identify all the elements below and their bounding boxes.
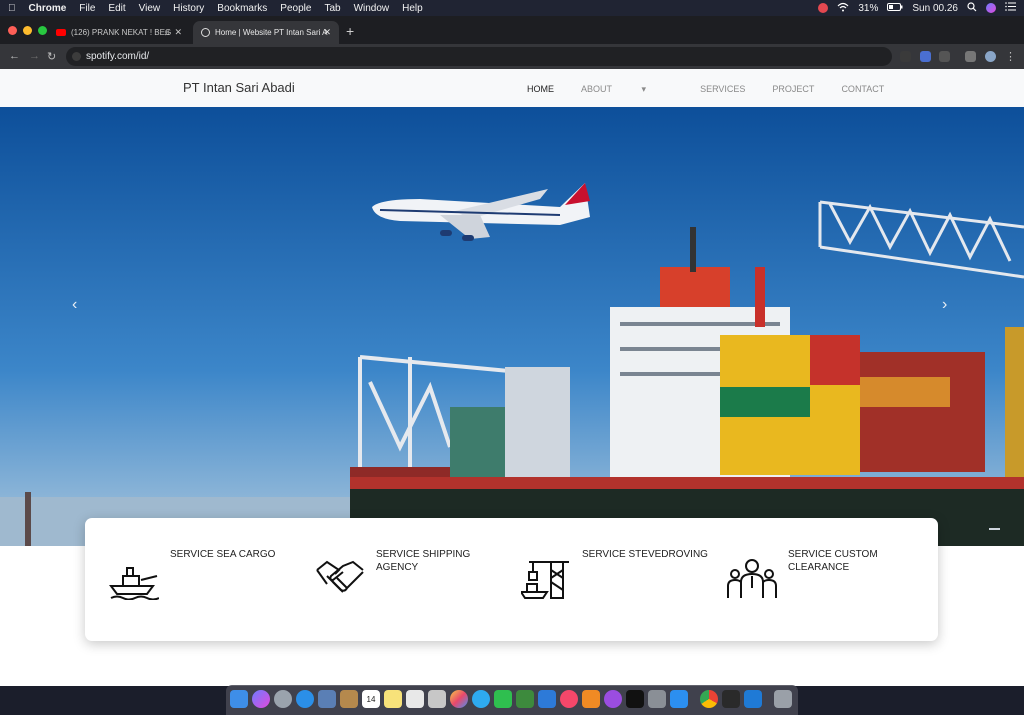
nav-about-label: ABOUT: [581, 84, 613, 94]
forward-arrow-icon[interactable]: →: [29, 50, 40, 62]
menu-bookmarks[interactable]: Bookmarks: [217, 3, 267, 14]
service-label: SERVICE CUSTOM CLEARANCE: [788, 549, 878, 573]
trash-icon[interactable]: [774, 690, 792, 708]
globe-icon: [201, 28, 210, 37]
menu-file[interactable]: File: [79, 3, 95, 14]
notification-center-icon[interactable]: [1005, 2, 1016, 14]
browser-tab-strip: (126) PRANK NEKAT ! BEG ♬ ✕ Home | Websi…: [0, 16, 1024, 44]
extension-icon[interactable]: [920, 51, 931, 62]
apple-tv-icon[interactable]: [626, 690, 644, 708]
photos-icon[interactable]: [450, 690, 468, 708]
close-tab-icon[interactable]: ✕: [323, 27, 331, 38]
notes-book-icon[interactable]: [340, 690, 358, 708]
menu-view[interactable]: View: [139, 3, 161, 14]
crane-ship-icon: [521, 561, 569, 599]
window-close-button[interactable]: [8, 26, 17, 35]
keynote-icon[interactable]: [538, 690, 556, 708]
reading-list-icon[interactable]: [965, 51, 976, 62]
tab-title: (126) PRANK NEKAT ! BEG: [71, 28, 172, 37]
app-store-icon[interactable]: [670, 690, 688, 708]
system-preferences-icon[interactable]: [648, 690, 666, 708]
browser-tab-youtube[interactable]: (126) PRANK NEKAT ! BEG ♬ ✕: [48, 21, 190, 44]
nav-home[interactable]: HOME: [527, 84, 554, 95]
site-info-icon[interactable]: [72, 52, 81, 61]
service-label: SERVICE STEVEDROVING: [582, 549, 708, 560]
creative-cloud-icon[interactable]: [818, 3, 829, 13]
maps-icon[interactable]: [428, 690, 446, 708]
spotlight-search-icon[interactable]: [967, 1, 977, 15]
nav-about[interactable]: ABOUT ▾: [581, 84, 673, 95]
youtube-icon: [56, 29, 66, 36]
pages-icon[interactable]: [582, 690, 600, 708]
window-minimize-button[interactable]: [23, 26, 32, 35]
carousel-indicator[interactable]: [989, 528, 1000, 530]
terminal-icon[interactable]: [722, 690, 740, 708]
people-icon: [727, 559, 777, 598]
address-url: spotify.com/id/: [86, 51, 150, 62]
audio-playing-icon[interactable]: ♬: [164, 28, 172, 37]
dropdown-caret-icon: ▾: [641, 84, 647, 94]
menubar-clock[interactable]: Sun 00.26: [912, 3, 958, 14]
hero-carousel: ‹ ›: [0, 107, 1024, 546]
tab-title: Home | Website PT Intan Sari A: [215, 28, 328, 37]
carousel-prev-arrow[interactable]: ‹: [72, 296, 77, 314]
back-arrow-icon[interactable]: ←: [9, 50, 20, 62]
wifi-icon[interactable]: [837, 2, 849, 15]
more-menu-icon[interactable]: ⋮: [1005, 50, 1016, 63]
calendar-icon[interactable]: 14: [362, 690, 380, 708]
vscode-icon[interactable]: [744, 690, 762, 708]
services-card: SERVICE SEA CARGO SERVICE SHIPPING AGENC…: [85, 518, 938, 641]
menu-people[interactable]: People: [280, 3, 311, 14]
close-tab-icon[interactable]: ✕: [174, 27, 182, 38]
service-label: SERVICE SEA CARGO: [170, 549, 276, 560]
window-zoom-button[interactable]: [38, 26, 47, 35]
hero-image-cargo-ship: [0, 107, 1024, 546]
battery-icon[interactable]: [887, 2, 903, 14]
handshake-icon: [316, 560, 364, 593]
launchpad-icon[interactable]: [274, 690, 292, 708]
menu-app-name[interactable]: Chrome: [29, 3, 67, 14]
nav-contact[interactable]: CONTACT: [841, 84, 884, 95]
menu-window[interactable]: Window: [354, 3, 390, 14]
preview-icon[interactable]: [318, 690, 336, 708]
siri-dock-icon[interactable]: [252, 690, 270, 708]
browser-tab-active[interactable]: Home | Website PT Intan Sari A ✕: [193, 21, 339, 44]
battery-percentage: 31%: [858, 2, 879, 14]
safari-icon[interactable]: [296, 690, 314, 708]
ship-icon: [109, 567, 159, 600]
nav-project[interactable]: PROJECT: [772, 84, 814, 95]
address-bar[interactable]: spotify.com/id/: [66, 47, 892, 66]
menu-tab[interactable]: Tab: [324, 3, 340, 14]
carousel-next-arrow[interactable]: ›: [942, 296, 947, 314]
podcasts-icon[interactable]: [604, 690, 622, 708]
browser-toolbar: ← → ↻ spotify.com/id/ ⋮: [0, 44, 1024, 69]
profile-avatar[interactable]: [985, 51, 996, 62]
chrome-dock-icon[interactable]: [700, 690, 718, 708]
menu-help[interactable]: Help: [402, 3, 423, 14]
menu-edit[interactable]: Edit: [108, 3, 125, 14]
extension-x-icon[interactable]: [900, 51, 911, 62]
new-tab-button[interactable]: +: [346, 23, 354, 39]
site-navbar: PT Intan Sari Abadi HOME ABOUT ▾ SERVICE…: [0, 69, 1024, 107]
nav-services[interactable]: SERVICES: [700, 84, 745, 95]
music-icon[interactable]: [560, 690, 578, 708]
finder-icon[interactable]: [230, 690, 248, 708]
service-label: SERVICE SHIPPING AGENCY: [376, 549, 471, 573]
siri-icon[interactable]: [986, 3, 996, 13]
macos-menubar:  Chrome File Edit View History Bookmark…: [0, 0, 1024, 16]
reminders-icon[interactable]: [406, 690, 424, 708]
site-brand[interactable]: PT Intan Sari Abadi: [183, 80, 295, 95]
facetime-icon[interactable]: [494, 690, 512, 708]
reload-icon[interactable]: ↻: [47, 50, 56, 63]
apple-icon[interactable]: : [8, 3, 16, 14]
menu-history[interactable]: History: [173, 3, 204, 14]
website-viewport: PT Intan Sari Abadi HOME ABOUT ▾ SERVICE…: [0, 69, 1024, 686]
extension-gear-icon[interactable]: [939, 51, 950, 62]
numbers-icon[interactable]: [516, 690, 534, 708]
macos-dock: 14: [226, 685, 798, 715]
stickies-icon[interactable]: [384, 690, 402, 708]
messages-icon[interactable]: [472, 690, 490, 708]
